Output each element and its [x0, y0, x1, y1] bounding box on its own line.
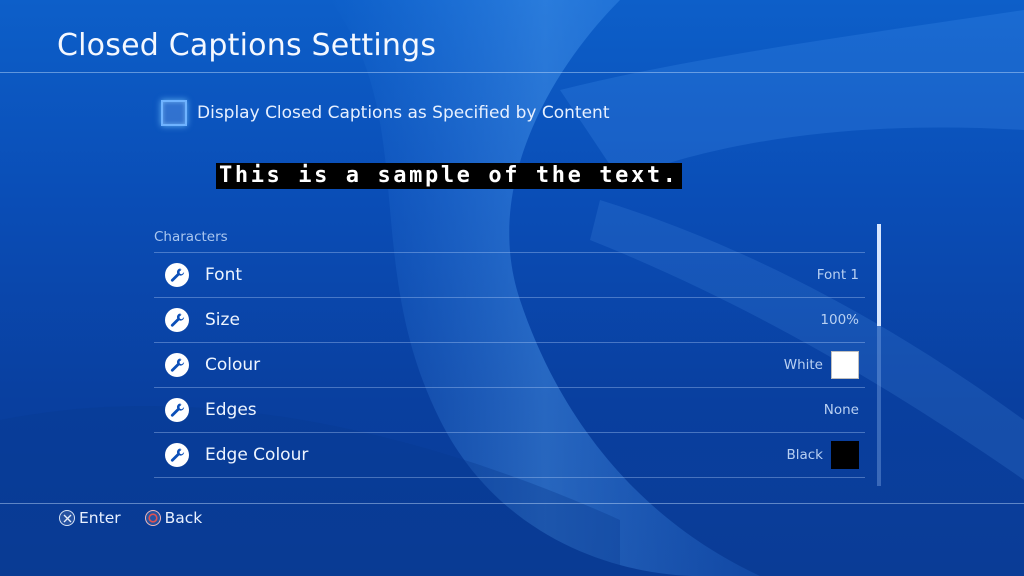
wrench-icon — [165, 308, 189, 332]
footer-divider — [0, 503, 1024, 504]
caption-sample-preview: This is a sample of the text. — [216, 163, 682, 189]
back-label: Back — [164, 509, 203, 527]
setting-name: Font — [205, 265, 243, 285]
setting-row-edges[interactable]: Edges None — [154, 388, 865, 433]
setting-value: None — [823, 402, 859, 418]
colour-swatch — [831, 351, 859, 379]
back-hint[interactable]: Back — [144, 509, 203, 527]
checkbox-box[interactable] — [161, 100, 187, 126]
setting-name: Colour — [205, 355, 261, 375]
setting-name: Edges — [205, 400, 257, 420]
setting-value: Font 1 — [816, 267, 859, 283]
wrench-icon — [165, 443, 189, 467]
setting-row-colour[interactable]: Colour White — [154, 343, 865, 388]
wrench-icon — [165, 263, 189, 287]
setting-value: 100% — [820, 312, 859, 328]
title-divider — [0, 72, 1024, 73]
wrench-icon — [165, 353, 189, 377]
page-title: Closed Captions Settings — [57, 28, 437, 63]
scrollbar-thumb[interactable] — [877, 224, 881, 326]
circle-button-icon — [144, 510, 161, 526]
setting-value: Black — [786, 447, 823, 463]
setting-value: White — [783, 357, 823, 373]
wrench-icon — [165, 398, 189, 422]
footer-button-hints: Enter Back — [59, 509, 202, 527]
checkbox-label: Display Closed Captions as Specified by … — [197, 103, 610, 123]
scrollbar[interactable] — [877, 224, 881, 486]
cross-button-icon — [59, 510, 75, 526]
enter-hint[interactable]: Enter — [59, 509, 121, 527]
setting-name: Size — [205, 310, 240, 330]
setting-row-size[interactable]: Size 100% — [154, 298, 865, 343]
colour-swatch — [831, 441, 859, 469]
settings-list: Font Font 1 Size 100% Colour White Edges… — [154, 252, 865, 485]
enter-label: Enter — [79, 509, 121, 527]
setting-row-font[interactable]: Font Font 1 — [154, 253, 865, 298]
setting-row-edge-colour[interactable]: Edge Colour Black — [154, 433, 865, 478]
setting-name: Edge Colour — [205, 445, 309, 465]
section-header-characters: Characters — [154, 229, 228, 245]
display-cc-as-specified-checkbox[interactable]: Display Closed Captions as Specified by … — [161, 97, 610, 129]
